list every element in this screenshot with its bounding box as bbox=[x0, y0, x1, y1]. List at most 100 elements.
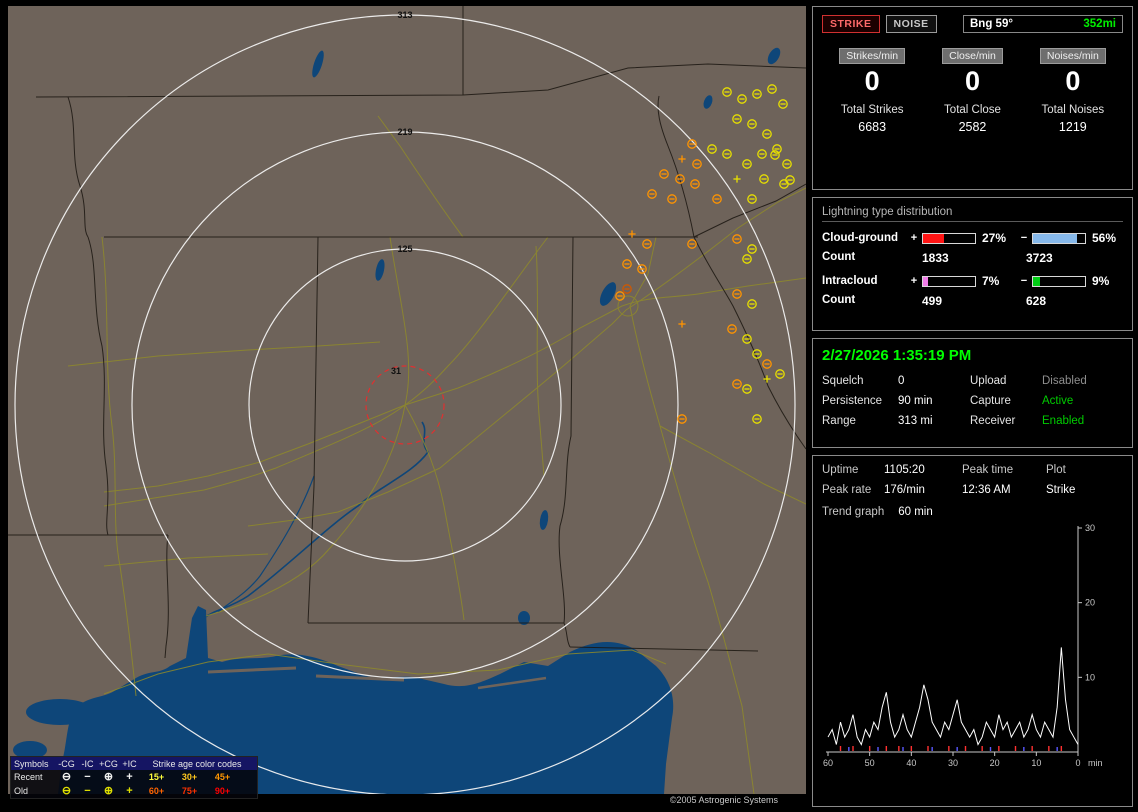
total-close-label: Total Close bbox=[944, 104, 1001, 116]
total-strikes: Total Strikes 6683 bbox=[822, 104, 922, 134]
close-per-min-chip[interactable]: Close/min bbox=[942, 48, 1003, 64]
datetime-display: 2/27/2026 1:35:19 PM bbox=[822, 347, 972, 364]
cg-neg-symbol-icon: ⊖ bbox=[61, 771, 72, 783]
cloud-ground-count-row: Count 1833 3723 bbox=[822, 251, 1123, 265]
cg-pos-pct: 27% bbox=[982, 231, 1007, 245]
receiver-label: Receiver bbox=[970, 415, 1016, 427]
svg-text:20: 20 bbox=[1085, 598, 1095, 608]
ic-pos-symbol-icon: + bbox=[126, 785, 133, 797]
cg-pos-count: 1833 bbox=[922, 251, 949, 265]
strikes-per-min-value: 0 bbox=[864, 66, 880, 96]
cloud-ground-label: Cloud-ground bbox=[822, 232, 899, 244]
map-panel: 313 219 125 31 Symbols -CG -IC +CG +IC S… bbox=[8, 6, 806, 806]
total-noises: Total Noises 1219 bbox=[1023, 104, 1123, 134]
counters-box: STRIKE NOISE Bng 59° 352mi Strikes/min 0… bbox=[812, 6, 1133, 190]
cg-neg-count: 3723 bbox=[1026, 251, 1053, 265]
distribution-title: Lightning type distribution bbox=[822, 206, 1123, 222]
intracloud-row: Intracloud + 7% − 9% bbox=[822, 274, 1123, 288]
squelch-label: Squelch bbox=[822, 375, 864, 387]
squelch-value: 0 bbox=[898, 375, 905, 387]
peak-time-value: 12:36 AM bbox=[962, 484, 1011, 496]
count-label: Count bbox=[822, 294, 856, 306]
age-75: 75+ bbox=[181, 786, 198, 796]
ic-pos-bar bbox=[922, 275, 976, 287]
ic-neg-symbol-icon: − bbox=[84, 771, 91, 783]
legend-row-old: Old ⊖ − ⊕ + 60+ 75+ 90+ bbox=[11, 784, 257, 798]
side-panel: STRIKE NOISE Bng 59° 352mi Strikes/min 0… bbox=[812, 6, 1133, 807]
svg-text:40: 40 bbox=[906, 758, 916, 768]
plus-sign: + bbox=[910, 275, 918, 287]
settings-grid: Squelch 0 Upload Disabled Persistence 90… bbox=[822, 375, 1123, 427]
legend-age-title: Strike age color codes bbox=[152, 758, 242, 769]
age-15: 15+ bbox=[148, 772, 165, 782]
legend-symbols-label: Symbols bbox=[14, 758, 49, 769]
uptime-value: 1105:20 bbox=[884, 464, 925, 476]
total-close-value: 2582 bbox=[958, 120, 987, 134]
strike-legend: Symbols -CG -IC +CG +IC Strike age color… bbox=[10, 756, 258, 799]
svg-text:20: 20 bbox=[990, 758, 1000, 768]
persistence-value: 90 min bbox=[898, 395, 933, 407]
svg-text:60: 60 bbox=[823, 758, 833, 768]
cg-neg-bar bbox=[1032, 232, 1086, 244]
plot-value: Strike bbox=[1046, 484, 1076, 496]
minus-sign: − bbox=[1020, 275, 1028, 287]
ic-pos-count: 499 bbox=[922, 294, 943, 308]
total-noises-value: 1219 bbox=[1058, 120, 1087, 134]
total-noises-label: Total Noises bbox=[1041, 104, 1105, 116]
ic-neg-count: 628 bbox=[1026, 294, 1047, 308]
persistence-label: Persistence bbox=[822, 395, 883, 407]
bearing-value: Bng 59° bbox=[970, 18, 1013, 30]
trend-graph-header: Trend graph 60 min bbox=[822, 506, 1123, 518]
svg-text:10: 10 bbox=[1085, 672, 1095, 682]
legend-col-cg-neg: -CG bbox=[58, 758, 75, 769]
svg-text:50: 50 bbox=[865, 758, 875, 768]
ic-neg-pct: 9% bbox=[1092, 274, 1110, 288]
stats-box: Uptime 1105:20 Peak time Plot Peak rate … bbox=[812, 455, 1133, 807]
svg-text:min: min bbox=[1088, 758, 1103, 768]
age-30: 30+ bbox=[181, 772, 198, 782]
ring-label-219: 219 bbox=[397, 127, 412, 137]
trend-graph: 10 20 30 60 50 40 30 20 10 0 min bbox=[823, 524, 1103, 768]
strike-button[interactable]: STRIKE bbox=[822, 15, 880, 33]
ic-neg-bar bbox=[1032, 275, 1086, 287]
cloud-ground-row: Cloud-ground + 27% − 56% bbox=[822, 231, 1123, 245]
noise-button[interactable]: NOISE bbox=[885, 15, 937, 33]
ic-neg-symbol-icon: − bbox=[84, 785, 91, 797]
strikes-per-min: Strikes/min 0 bbox=[822, 46, 922, 97]
trend-graph-label: Trend graph bbox=[822, 506, 885, 518]
ring-label-125: 125 bbox=[397, 244, 412, 254]
legend-header: Symbols -CG -IC +CG +IC Strike age color… bbox=[11, 757, 257, 770]
close-per-min: Close/min 0 bbox=[922, 46, 1022, 97]
svg-text:30: 30 bbox=[948, 758, 958, 768]
age-90: 90+ bbox=[214, 786, 231, 796]
total-strikes-value: 6683 bbox=[858, 120, 887, 134]
intracloud-count-row: Count 499 628 bbox=[822, 294, 1123, 308]
cg-neg-symbol-icon: ⊖ bbox=[61, 785, 72, 797]
svg-text:0: 0 bbox=[1075, 758, 1080, 768]
noises-per-min-chip[interactable]: Noises/min bbox=[1039, 48, 1106, 64]
svg-text:30: 30 bbox=[1085, 524, 1095, 533]
intracloud-label: Intracloud bbox=[822, 275, 878, 287]
peak-time-label: Peak time bbox=[962, 464, 1014, 476]
svg-text:10: 10 bbox=[1031, 758, 1041, 768]
lightning-map[interactable]: 313 219 125 31 bbox=[8, 6, 806, 794]
cg-pos-symbol-icon: ⊕ bbox=[103, 785, 114, 797]
cg-pos-bar bbox=[922, 232, 976, 244]
count-label: Count bbox=[822, 251, 856, 263]
total-close: Total Close 2582 bbox=[922, 104, 1022, 134]
app-window: 313 219 125 31 Symbols -CG -IC +CG +IC S… bbox=[0, 0, 1138, 812]
peak-rate-label: Peak rate bbox=[822, 484, 872, 496]
legend-old-label: Old bbox=[14, 786, 29, 796]
copyright-text: ©2005 Astrogenic Systems bbox=[669, 795, 778, 805]
ring-label-313: 313 bbox=[397, 10, 412, 20]
age-60: 60+ bbox=[148, 786, 165, 796]
age-45: 45+ bbox=[214, 772, 231, 782]
legend-col-ic-neg: -IC bbox=[81, 758, 94, 769]
strikes-per-min-chip[interactable]: Strikes/min bbox=[839, 48, 906, 64]
legend-col-ic-pos: +IC bbox=[122, 758, 137, 769]
legend-recent-label: Recent bbox=[14, 772, 43, 782]
close-per-min-value: 0 bbox=[964, 66, 980, 96]
capture-status: Active bbox=[1042, 395, 1074, 407]
noises-per-min-value: 0 bbox=[1065, 66, 1081, 96]
ic-pos-symbol-icon: + bbox=[126, 771, 133, 783]
